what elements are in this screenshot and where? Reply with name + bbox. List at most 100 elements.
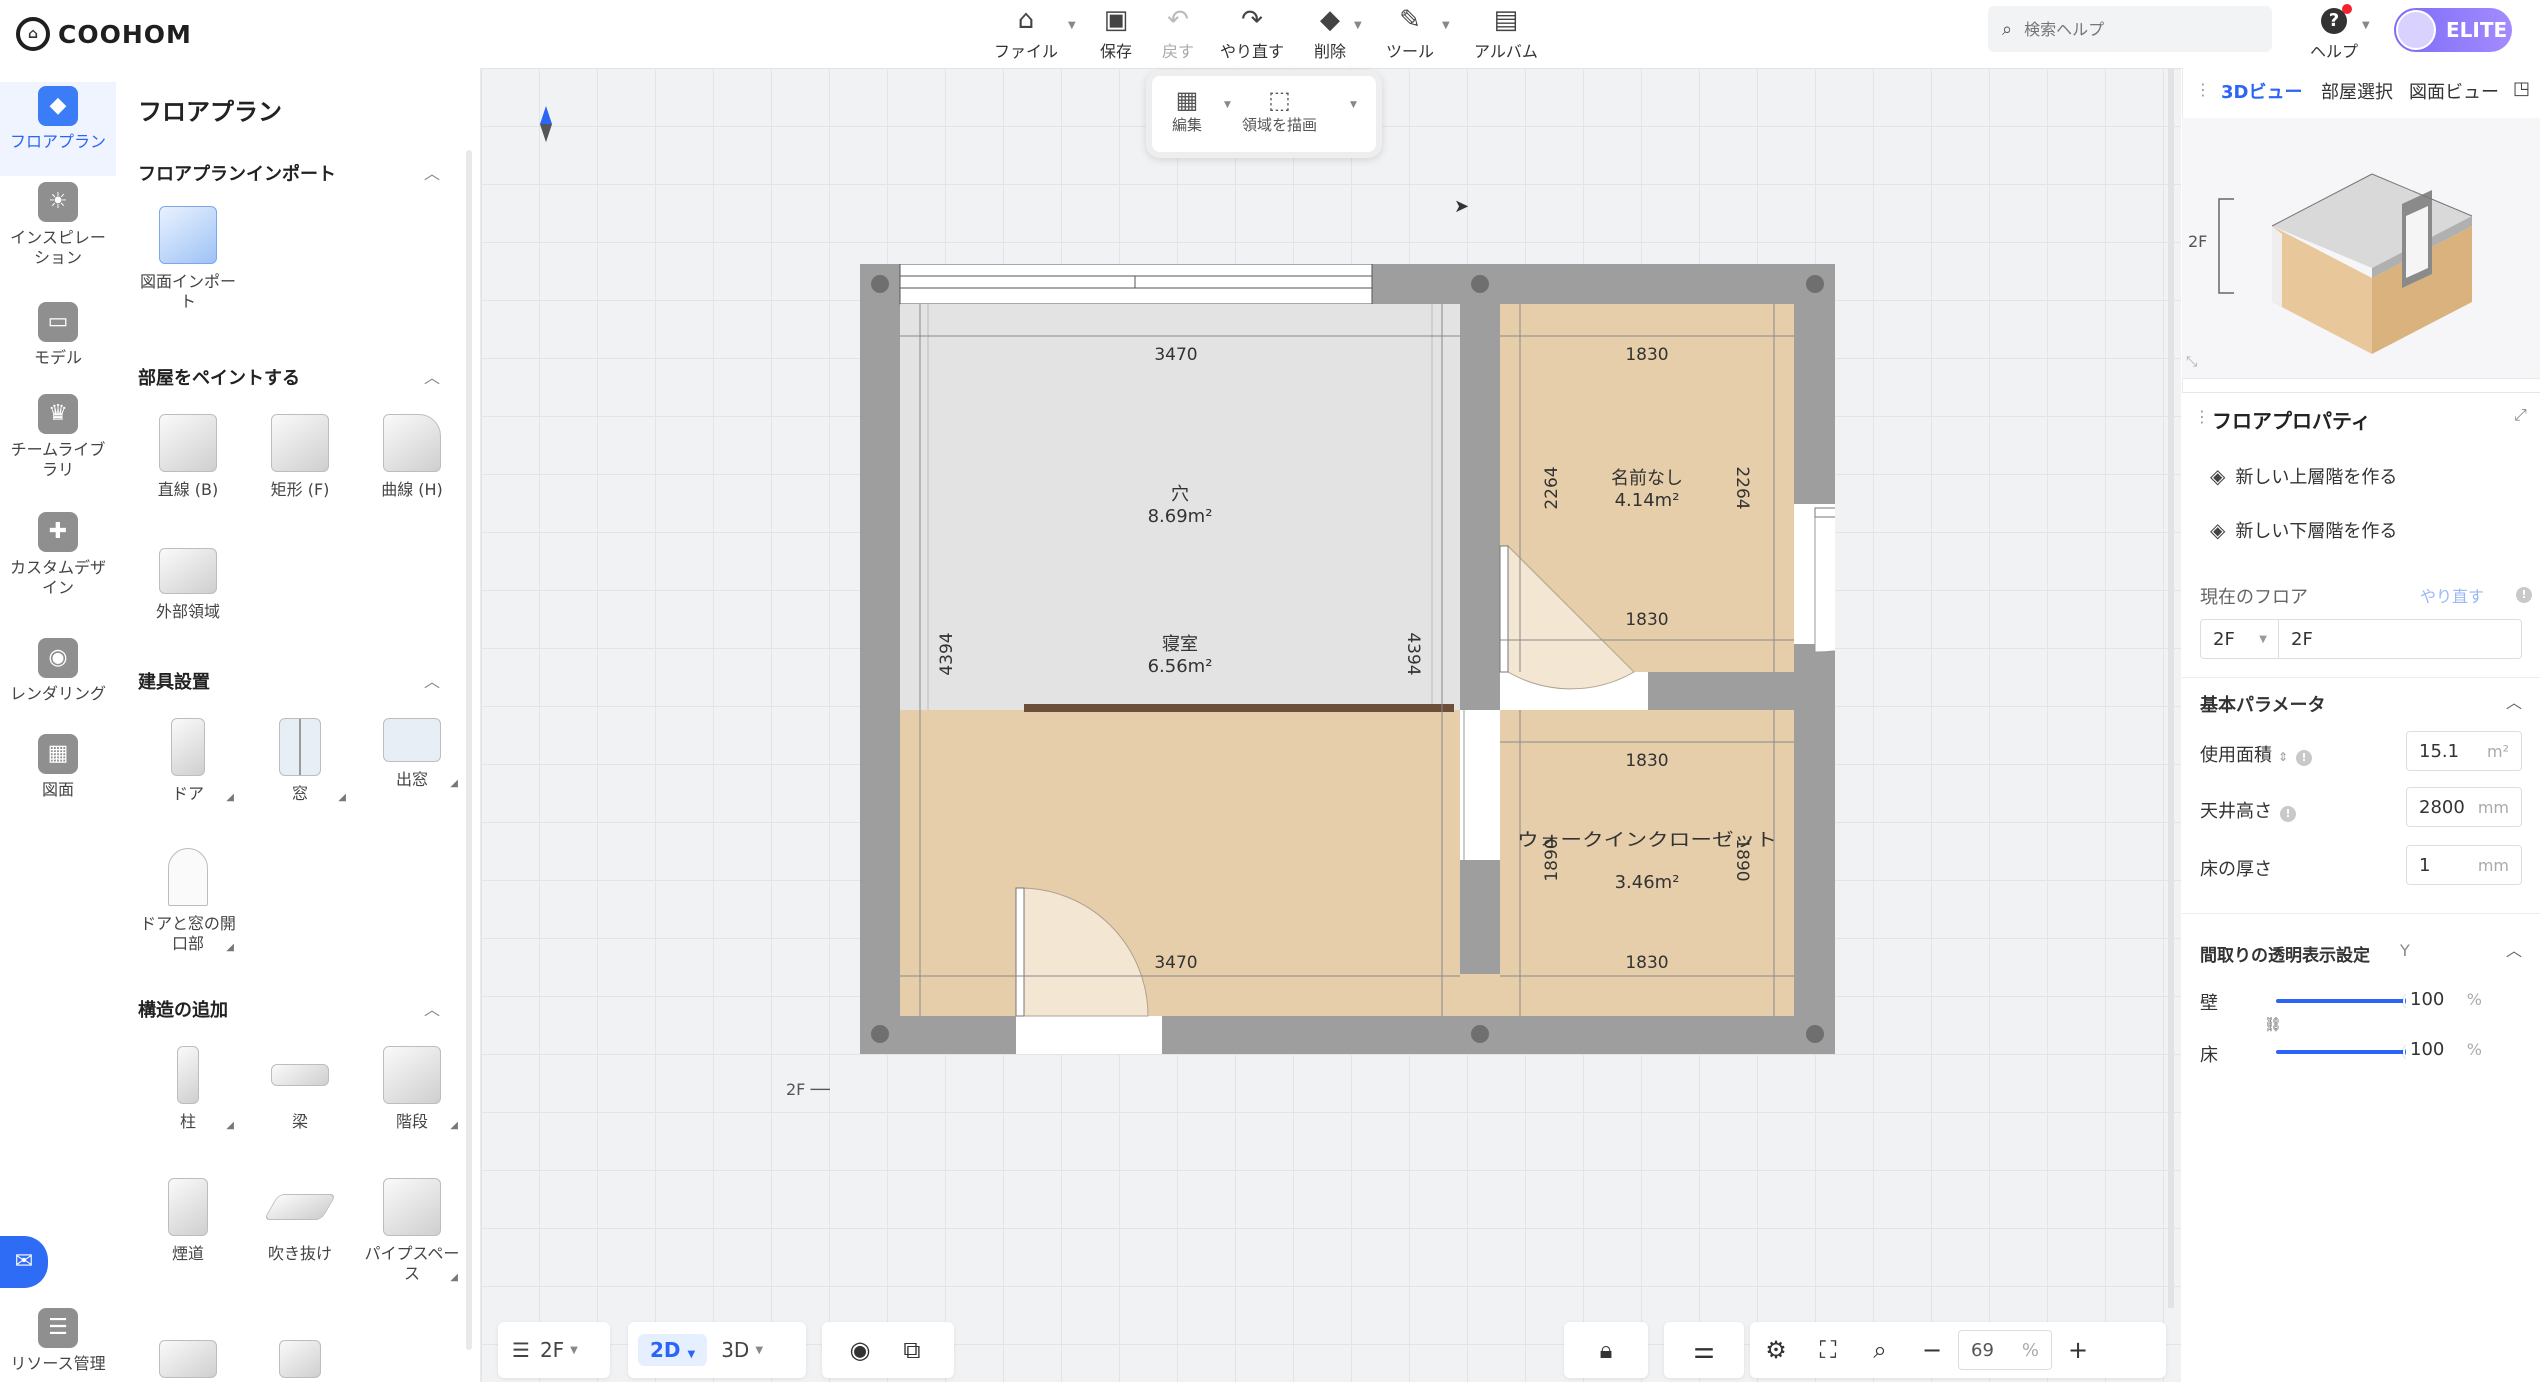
zoom-in-icon[interactable]: + — [2052, 1322, 2104, 1378]
rail-item-resource[interactable]: ☰ リソース管理 — [0, 1308, 116, 1374]
usable-area-label: 使用面積 ⇕! — [2200, 741, 2313, 767]
expand-icon[interactable]: ◳ — [2513, 78, 2530, 99]
toggle-icon[interactable]: ⚌ — [1678, 1322, 1730, 1378]
drag-handle-icon[interactable]: ⋮ — [2194, 407, 2210, 426]
link-icon[interactable]: ⛓ — [2264, 1017, 2282, 1033]
chevron-up-icon[interactable]: ︿ — [424, 668, 440, 692]
pipe-space-tool[interactable]: パイプスペース ◢ — [360, 1178, 464, 1284]
cube-view-icon[interactable]: ⧉ — [886, 1322, 938, 1378]
usable-area-field[interactable]: 15.1 m² — [2406, 731, 2522, 771]
chevron-up-icon[interactable]: ︿ — [424, 160, 440, 184]
tab-3d-view[interactable]: 3Dビュー — [2221, 78, 2302, 104]
search-input[interactable] — [2022, 18, 2247, 40]
flue-tool[interactable]: 煙道 — [136, 1178, 240, 1264]
view-2d-button[interactable]: 2D ▼ — [628, 1322, 713, 1378]
floor-opacity-slider[interactable] — [2276, 1044, 2419, 1060]
rectangle-room-icon — [271, 414, 329, 472]
album-button[interactable]: ▤ アルバム — [1474, 4, 1538, 64]
wall-opacity-slider[interactable] — [2276, 993, 2419, 1009]
help-button[interactable]: ? ヘルプ — [2306, 4, 2362, 64]
tab-drawing-view[interactable]: 図面ビュー — [2409, 78, 2499, 104]
wall-opacity-field[interactable]: 100 % — [2406, 981, 2486, 1017]
search-box[interactable]: ⌕ — [1988, 6, 2272, 52]
panel-scrollbar[interactable] — [466, 150, 472, 1350]
floor-opacity-track[interactable] — [2276, 1044, 2419, 1060]
chevron-up-icon[interactable]: ︿ — [2506, 937, 2522, 961]
eraser-icon: ◆ — [1320, 5, 1340, 35]
account-badge[interactable]: ELITE — [2394, 8, 2512, 52]
view-mode-switch: 2D ▼ 3D ▼ — [628, 1322, 806, 1378]
stairs-tool[interactable]: 階段 ◢ — [360, 1046, 464, 1132]
floor-opacity-field[interactable]: 100 % — [2406, 1031, 2486, 1067]
chevron-up-icon[interactable]: ︿ — [2506, 689, 2522, 713]
ceiling-height-field[interactable]: 2800 mm — [2406, 787, 2522, 827]
wall-opacity-track[interactable] — [2276, 993, 2419, 1009]
rail-item-drawing[interactable]: ▦ 図面 — [0, 734, 116, 800]
zoom-input[interactable]: 69 % — [1958, 1330, 2052, 1370]
popout-icon[interactable]: ⤢ — [2514, 405, 2527, 425]
door-tool[interactable]: ドア ◢ — [136, 718, 240, 804]
eye-icon[interactable]: ◉ — [834, 1322, 886, 1378]
column-tool[interactable]: 柱 ◢ — [136, 1046, 240, 1132]
lock-icon[interactable]: 🔒︎ — [1580, 1322, 1632, 1378]
void-tool[interactable]: 吹き抜け — [248, 1178, 352, 1264]
compass-icon[interactable] — [540, 106, 552, 142]
zoom-area-icon[interactable]: ⌕ — [1854, 1322, 1906, 1378]
rail-item-custom-design[interactable]: ✚ カスタムデザイン — [0, 512, 116, 598]
chevron-up-icon[interactable]: ︿ — [424, 996, 440, 1020]
panel-title: フロアプラン — [138, 98, 282, 126]
logo[interactable]: ⌂ COOHOM — [16, 14, 192, 54]
redo-button[interactable]: ↷ やり直す — [1220, 4, 1284, 64]
tools-menu-button[interactable]: ✎ ツール — [1386, 4, 1434, 64]
rail-item-model[interactable]: ▭ モデル — [0, 302, 116, 368]
current-floor-redo-link[interactable]: やり直す — [2420, 583, 2484, 607]
view-settings-icon[interactable]: ⚙ — [1750, 1322, 1802, 1378]
beam-tool[interactable]: 梁 — [248, 1046, 352, 1132]
edit-button[interactable]: ▦ 編集 — [1172, 86, 1202, 135]
chevron-up-icon[interactable]: ︿ — [424, 364, 440, 388]
paint-curve-tool[interactable]: 曲線 (H) — [360, 414, 464, 500]
canvas-scrollbar[interactable] — [2168, 68, 2174, 1308]
dim-bottom-right: 1830 — [1625, 953, 1668, 973]
edit-popup: ▦ 編集 ▼ ⬚ 領域を描画 ▼ — [1146, 70, 1382, 158]
mini-3d-view[interactable]: 2F ⤡ — [2182, 118, 2540, 379]
delete-button[interactable]: ◆ 削除 — [1314, 4, 1346, 64]
chat-icon[interactable]: ✉ — [0, 1236, 48, 1288]
tab-room-select[interactable]: 部屋選択 — [2321, 78, 2393, 104]
resize-handle-icon[interactable]: ⤡ — [2186, 354, 2197, 370]
floor-select[interactable]: 2F ▼ — [2200, 619, 2280, 659]
new-lower-floor-button[interactable]: ◈ 新しい下層階を作る — [2210, 517, 2397, 543]
paint-rect-tool[interactable]: 矩形 (F) — [248, 414, 352, 500]
more-structure-tool[interactable] — [136, 1340, 240, 1386]
draw-region-button[interactable]: ⬚ 領域を描画 — [1242, 86, 1317, 135]
rail-item-rendering[interactable]: ◉ レンダリング — [0, 638, 116, 704]
zoom-out-icon[interactable]: − — [1906, 1322, 1958, 1378]
save-button[interactable]: ▣ 保存 — [1100, 4, 1132, 64]
file-menu-button[interactable]: ⌂ ファイル — [994, 4, 1058, 64]
rail-item-floorplan[interactable]: ◆ フロアプラン — [0, 82, 116, 176]
drag-handle-icon[interactable]: ⋮ — [2195, 80, 2211, 99]
outdoor-area-tool[interactable]: 外部領域 — [136, 540, 240, 622]
mouse-cursor-icon: ➤ — [1454, 196, 1470, 217]
expand-corner-icon: ◢ — [226, 1120, 234, 1131]
floor-plan[interactable]: 3470 3470 4394 4394 1830 1830 1830 1830 … — [860, 264, 1835, 1054]
view-3d-button[interactable]: 3D ▼ — [713, 1322, 771, 1378]
floor-properties-panel: ⋮ フロアプロパティ ⤢ ◈ 新しい上層階を作る ◈ 新しい下層階を作る 現在の… — [2182, 392, 2540, 1383]
undo-button[interactable]: ↶ 戻す — [1162, 4, 1194, 64]
fit-view-icon[interactable]: ⛶ — [1802, 1322, 1854, 1378]
floor-thickness-field[interactable]: 1 mm — [2406, 845, 2522, 885]
opening-tool[interactable]: ドアと窓の開口部 ◢ — [136, 848, 240, 954]
floor-switcher[interactable]: ☰ 2F ▼ — [498, 1322, 610, 1378]
dim-right-vertical-1: 2264 — [1542, 466, 1562, 509]
import-drawing-tool[interactable]: 図面インポート — [136, 206, 240, 312]
rail-item-team-library[interactable]: ♛ チームライブラリ — [0, 394, 116, 480]
more-structure-tool-2[interactable] — [248, 1340, 352, 1386]
window-tool[interactable]: 窓 ◢ — [248, 718, 352, 804]
paint-line-tool[interactable]: 直線 (B) — [136, 414, 240, 500]
new-upper-floor-button[interactable]: ◈ 新しい上層階を作る — [2210, 463, 2397, 489]
bay-window-tool[interactable]: 出窓 ◢ — [360, 718, 464, 790]
rail-item-inspiration[interactable]: ☀ インスピレーション — [0, 182, 116, 268]
floor-name-field[interactable]: 2F — [2278, 619, 2522, 659]
floor-thickness-label: 床の厚さ — [2200, 859, 2272, 880]
floor-select[interactable]: ☰ 2F ▼ — [498, 1322, 592, 1378]
